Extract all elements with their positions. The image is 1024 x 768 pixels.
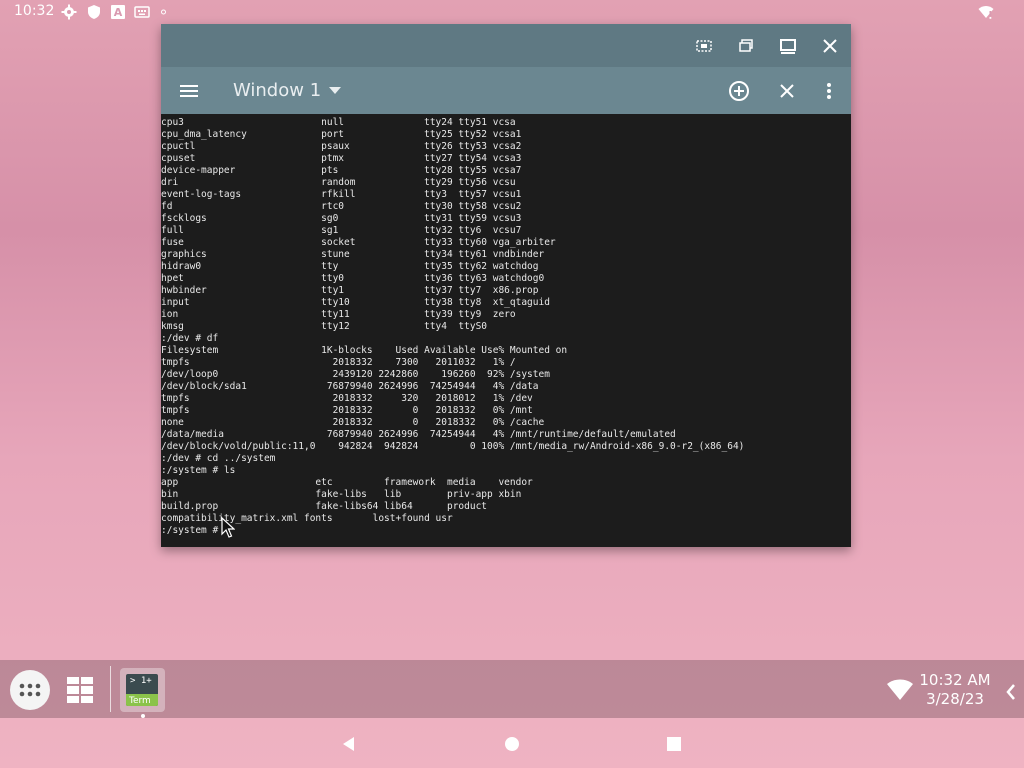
terminal-line: cpuset ptmx tty27 tty54 vcsa3 <box>161 153 522 164</box>
screenshot-icon[interactable] <box>693 35 715 57</box>
terminal-line: :/system # ls <box>161 465 236 476</box>
terminal-line: hidraw0 tty tty35 tty62 watchdog <box>161 261 539 272</box>
terminal-line: :/system # <box>161 525 219 536</box>
terminal-line: full sg1 tty32 tty6 vcsu7 <box>161 225 522 236</box>
terminal-app-icon: > 1+ Term <box>126 674 158 706</box>
clock-date[interactable]: 3/28/23 <box>910 690 1000 708</box>
a-icon: A <box>110 4 126 20</box>
terminal-app-label: Term <box>129 696 151 706</box>
terminal-line: tmpfs 2018332 320 2018012 1% /dev <box>161 393 533 404</box>
terminal-window: Window 1 cpu3 null tty24 tty51 vcsa cpu_… <box>161 24 851 547</box>
window-titlebar[interactable] <box>161 24 851 67</box>
home-icon[interactable] <box>503 735 521 753</box>
terminal-line: kmsg tty12 tty4 ttyS0 <box>161 321 488 332</box>
more-icon[interactable] <box>817 79 841 103</box>
settings-icon <box>61 4 77 20</box>
terminal-line: build.prop fake-libs64 lib64 product <box>161 501 488 512</box>
terminal-line: tmpfs 2018332 7300 2011032 1% / <box>161 357 516 368</box>
terminal-line: fscklogs sg0 tty31 tty59 vcsu3 <box>161 213 522 224</box>
terminal-screen[interactable]: cpu3 null tty24 tty51 vcsa cpu_dma_laten… <box>161 114 851 547</box>
dot-icon <box>160 4 176 20</box>
terminal-line: none 2018332 0 2018332 0% /cache <box>161 417 545 428</box>
terminal-line: input tty10 tty38 tty8 xt_qtaguid <box>161 297 550 308</box>
menu-icon[interactable] <box>177 79 201 103</box>
terminal-line: /dev/loop0 2439120 2242860 196260 92% /s… <box>161 369 550 380</box>
terminal-line: dri random tty29 tty56 vcsu <box>161 177 516 188</box>
back-icon[interactable] <box>340 735 358 753</box>
terminal-line: fuse socket tty33 tty60 vga_arbiter <box>161 237 556 248</box>
add-window-icon[interactable] <box>727 79 751 103</box>
terminal-line: /data/media 76879940 2624996 74254944 4%… <box>161 429 676 440</box>
restore-icon[interactable] <box>735 35 757 57</box>
terminal-app[interactable]: > 1+ Term <box>120 668 165 712</box>
terminal-line: cpu_dma_latency port tty25 tty52 vcsa1 <box>161 129 522 140</box>
terminal-line: fd rtc0 tty30 tty58 vcsu2 <box>161 201 522 212</box>
terminal-line: hpet tty0 tty36 tty63 watchdog0 <box>161 273 545 284</box>
clock-time[interactable]: 10:32 AM <box>910 671 1000 689</box>
launcher-icon[interactable] <box>10 670 50 710</box>
terminal-line: device-mapper pts tty28 tty55 vcsa7 <box>161 165 522 176</box>
status-bar: 10:32 A <box>0 0 1024 24</box>
terminal-line: Filesystem 1K-blocks Used Available Use%… <box>161 345 568 356</box>
window-toolbar: Window 1 <box>161 67 851 114</box>
dropdown-arrow-icon[interactable] <box>329 87 341 94</box>
terminal-line: compatibility_matrix.xml fonts lost+foun… <box>161 513 453 524</box>
shield-icon <box>86 4 102 20</box>
terminal-line: graphics stune tty34 tty61 vndbinder <box>161 249 545 260</box>
terminal-line: :/dev # cd ../system <box>161 453 276 464</box>
terminal-output: cpu3 null tty24 tty51 vcsa cpu_dma_laten… <box>161 117 744 537</box>
terminal-line: bin fake-libs lib priv-app xbin <box>161 489 522 500</box>
close-icon[interactable] <box>819 35 841 57</box>
terminal-line: tmpfs 2018332 0 2018332 0% /mnt <box>161 405 533 416</box>
apps-grid-icon[interactable] <box>66 676 94 704</box>
wifi-alert-icon <box>978 4 994 20</box>
status-time: 10:32 <box>14 3 55 19</box>
terminal-line: /dev/block/vold/public:11,0 942824 94282… <box>161 441 745 452</box>
window-title[interactable]: Window 1 <box>233 80 321 101</box>
svg-text:A: A <box>114 6 123 19</box>
terminal-app-top-text: > 1+ <box>130 676 152 686</box>
terminal-line: cpuctl psaux tty26 tty53 vcsa2 <box>161 141 522 152</box>
taskbar-divider <box>110 666 111 712</box>
recents-icon[interactable] <box>665 735 683 753</box>
terminal-line: /dev/block/sda1 76879940 2624996 7425494… <box>161 381 539 392</box>
mouse-cursor-icon <box>221 517 235 539</box>
keyboard-icon <box>134 4 150 20</box>
terminal-line: cpu3 null tty24 tty51 vcsa <box>161 117 516 128</box>
terminal-line: event-log-tags rfkill tty3 tty57 vcsu1 <box>161 189 522 200</box>
chevron-left-icon[interactable] <box>1004 682 1018 702</box>
terminal-line: :/dev # df <box>161 333 219 344</box>
maximize-icon[interactable] <box>777 35 799 57</box>
close-window-icon[interactable] <box>775 79 799 103</box>
terminal-line: hwbinder tty1 tty37 tty7 x86.prop <box>161 285 539 296</box>
terminal-line: app etc framework media vendor <box>161 477 533 488</box>
terminal-line: ion tty11 tty39 tty9 zero <box>161 309 516 320</box>
